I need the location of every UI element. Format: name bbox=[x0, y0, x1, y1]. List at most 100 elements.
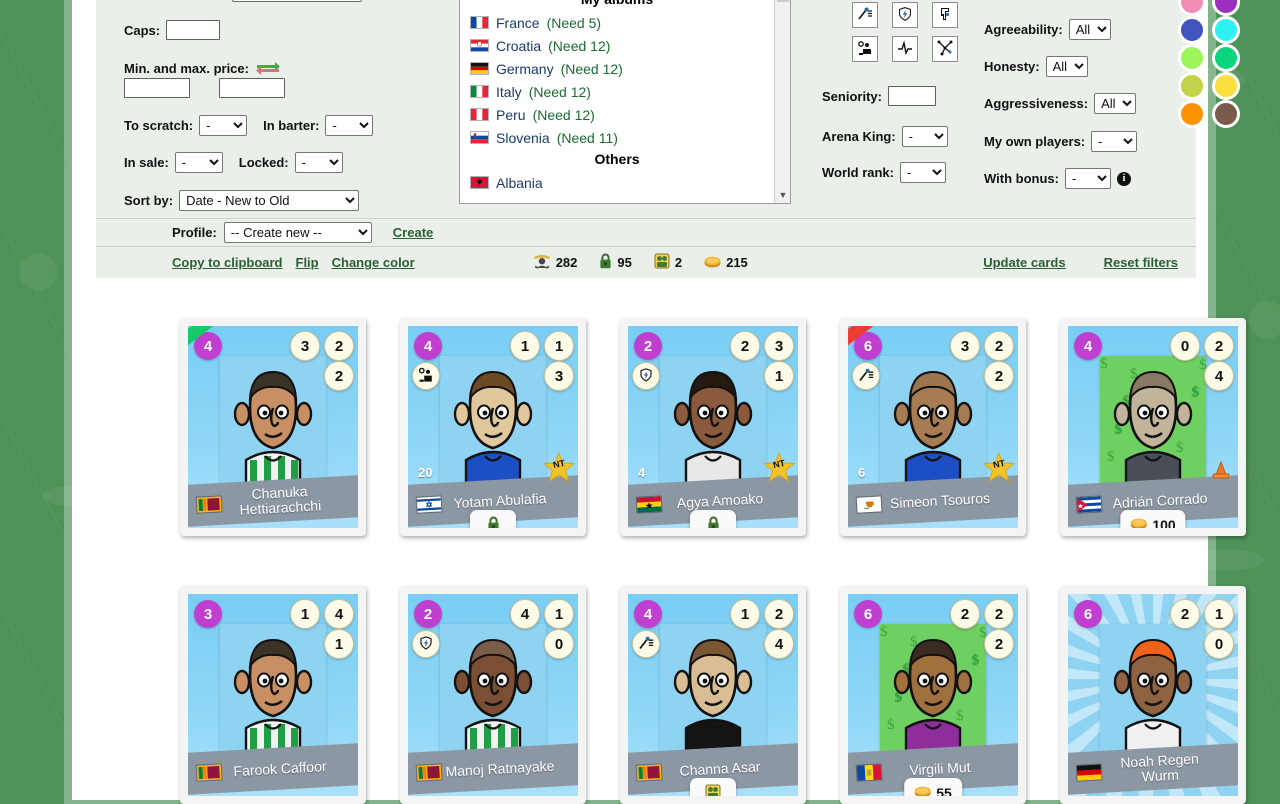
copy-to-clipboard-link[interactable]: Copy to clipboard bbox=[172, 255, 283, 270]
world-rank-select[interactable]: - bbox=[900, 162, 946, 183]
player-name: Manoj Ratnayake bbox=[445, 757, 555, 780]
in-barter-select[interactable]: - bbox=[325, 115, 374, 136]
lock-icon bbox=[487, 516, 500, 528]
agreeability-row: Agreeability: All bbox=[984, 19, 1111, 40]
arena-king-row: Arena King: - bbox=[822, 126, 948, 147]
price-max-input[interactable] bbox=[219, 78, 285, 98]
change-color-link[interactable]: Change color bbox=[332, 255, 415, 270]
color-swatch[interactable] bbox=[1212, 100, 1240, 128]
player-card[interactable]: 6 2 2 2 $$$$$$$$$$$$$$$$$$$$$$ bbox=[840, 586, 1026, 804]
color-swatch[interactable] bbox=[1178, 0, 1206, 16]
player-card[interactable]: 4 0 2 4 $$$$$$$$$$$$$$$$$$$$$$ bbox=[1060, 318, 1246, 536]
world-rank-label: World rank: bbox=[822, 165, 894, 180]
honesty-select[interactable]: All bbox=[1045, 56, 1088, 77]
create-profile-link[interactable]: Create bbox=[393, 225, 433, 240]
color-swatch[interactable] bbox=[1178, 72, 1206, 100]
player-portrait bbox=[1100, 624, 1206, 756]
my-own-players-select[interactable]: - bbox=[1091, 131, 1138, 152]
profile-row: Profile: -- Create new -- Create bbox=[96, 218, 1196, 246]
seniority-label: Seniority: bbox=[822, 88, 882, 104]
player-card[interactable]: 2 2 3 1 4 NT Agya Amoako bbox=[620, 318, 806, 536]
aggressiveness-select[interactable]: All bbox=[1094, 93, 1137, 114]
player-card[interactable]: 4 3 2 2 Chanuka Hettiarachchi bbox=[180, 318, 366, 536]
album-list-item[interactable]: Peru (Need 12) bbox=[460, 103, 774, 126]
player-card[interactable]: 2 4 1 0 Manoj Ratnayake bbox=[400, 586, 586, 804]
card-status-pill[interactable] bbox=[690, 778, 736, 796]
arena-king-select[interactable]: - bbox=[901, 126, 948, 147]
album-list-item[interactable]: Slovenia (Need 11) bbox=[460, 126, 774, 149]
player-name: Simeon Tsouros bbox=[889, 489, 991, 511]
skill-button-shooting[interactable] bbox=[852, 2, 878, 28]
album-need-count: (Need 11) bbox=[556, 129, 618, 146]
album-list-item[interactable]: France (Need 5) bbox=[460, 11, 774, 34]
with-bonus-select[interactable]: - bbox=[1064, 168, 1111, 189]
flag-icon bbox=[195, 763, 223, 782]
player-portrait: $$$$$$$$$$$$$$$$$$$$$$ bbox=[880, 624, 986, 756]
card-status-pill[interactable]: 55 bbox=[904, 778, 962, 796]
player-name: Agya Amoako bbox=[676, 489, 764, 511]
seniority-input[interactable] bbox=[887, 86, 936, 106]
update-cards-link[interactable]: Update cards bbox=[983, 255, 1065, 270]
locked-select[interactable]: - bbox=[294, 152, 343, 173]
player-card[interactable]: 6 3 2 2 6 NT Simeon Tsouros bbox=[840, 318, 1026, 536]
agreeability-select[interactable]: All bbox=[1068, 19, 1111, 40]
player-card[interactable]: 3 1 4 1 Farook Caffoor bbox=[180, 586, 366, 804]
player-card[interactable]: 4 1 2 4 Channa Asar bbox=[620, 586, 806, 804]
color-swatch[interactable] bbox=[1178, 16, 1206, 44]
with-bonus-label: With bonus: bbox=[984, 171, 1059, 186]
album-country-name: Peru bbox=[496, 106, 526, 123]
card-level-badge: 4 bbox=[414, 332, 442, 360]
locked-label: Locked: bbox=[238, 155, 289, 170]
price-min-input[interactable] bbox=[124, 78, 190, 98]
price-inputs-row bbox=[124, 78, 285, 98]
swap-arrows-icon[interactable] bbox=[255, 60, 281, 76]
chevron-down-icon[interactable]: ▼ bbox=[775, 187, 790, 203]
player-name: Channa Asar bbox=[679, 757, 761, 779]
toolbar-actions-left: Copy to clipboard Flip Change color bbox=[96, 255, 415, 270]
card-level-badge: 3 bbox=[194, 600, 222, 628]
cut-off-select[interactable] bbox=[232, 0, 362, 2]
color-swatch[interactable] bbox=[1212, 0, 1240, 16]
in-barter-label: In barter: bbox=[263, 118, 320, 133]
albums-scrollbar-thumb[interactable] bbox=[777, 0, 789, 2]
player-card[interactable]: 4 1 1 3 20 NT Yotam Abulafia bbox=[400, 318, 586, 536]
reset-filters-link[interactable]: Reset filters bbox=[1104, 255, 1178, 270]
caps-input[interactable] bbox=[166, 20, 221, 40]
card-status-pill[interactable] bbox=[690, 510, 736, 528]
skill-button-power[interactable] bbox=[892, 2, 918, 28]
album-list-item[interactable]: Germany (Need 12) bbox=[460, 57, 774, 80]
color-swatch[interactable] bbox=[1178, 44, 1206, 72]
albums-scrollbar[interactable]: ▼ bbox=[774, 0, 790, 203]
flip-link[interactable]: Flip bbox=[296, 255, 319, 270]
color-swatch[interactable] bbox=[1212, 72, 1240, 100]
card-stat-2: 2 bbox=[984, 331, 1014, 361]
card-status-pill[interactable] bbox=[470, 510, 516, 528]
album-list-item[interactable]: Croatia (Need 12) bbox=[460, 34, 774, 57]
with-bonus-row: With bonus: - i bbox=[984, 168, 1131, 189]
album-country-name: Italy bbox=[496, 83, 522, 100]
card-stat-2: 2 bbox=[764, 599, 794, 629]
skill-button-passing[interactable] bbox=[932, 36, 958, 62]
skill-button-stamina[interactable] bbox=[892, 36, 918, 62]
in-sale-select[interactable]: - bbox=[174, 152, 223, 173]
skill-button-goalkeeper[interactable] bbox=[932, 2, 958, 28]
player-name: Noah Regen Wurm bbox=[1119, 750, 1200, 785]
skill-button-defender[interactable] bbox=[852, 36, 878, 62]
profile-select[interactable]: -- Create new -- bbox=[223, 222, 372, 243]
card-status-pill[interactable]: 100 bbox=[1120, 510, 1186, 528]
card-stat-1: 0 bbox=[1170, 331, 1200, 361]
albums-listbox[interactable]: My albums France (Need 5) Croatia (Need … bbox=[459, 0, 791, 204]
player-card[interactable]: 6 2 1 0 Noah Regen Wurm bbox=[1060, 586, 1246, 804]
info-icon[interactable]: i bbox=[1116, 171, 1131, 186]
album-list-item[interactable]: Italy (Need 12) bbox=[460, 80, 774, 103]
album-list-item[interactable]: Albania bbox=[460, 171, 774, 194]
album-country-name: Croatia bbox=[496, 37, 542, 54]
others-header: Others bbox=[594, 151, 640, 167]
svg-text:$: $ bbox=[956, 708, 964, 724]
my-albums-header: My albums bbox=[460, 0, 774, 11]
color-swatch[interactable] bbox=[1212, 44, 1240, 72]
color-swatch[interactable] bbox=[1178, 100, 1206, 128]
to-scratch-select[interactable]: - bbox=[199, 115, 248, 136]
sort-by-select[interactable]: Date - New to Old bbox=[179, 190, 360, 211]
color-swatch[interactable] bbox=[1212, 16, 1240, 44]
